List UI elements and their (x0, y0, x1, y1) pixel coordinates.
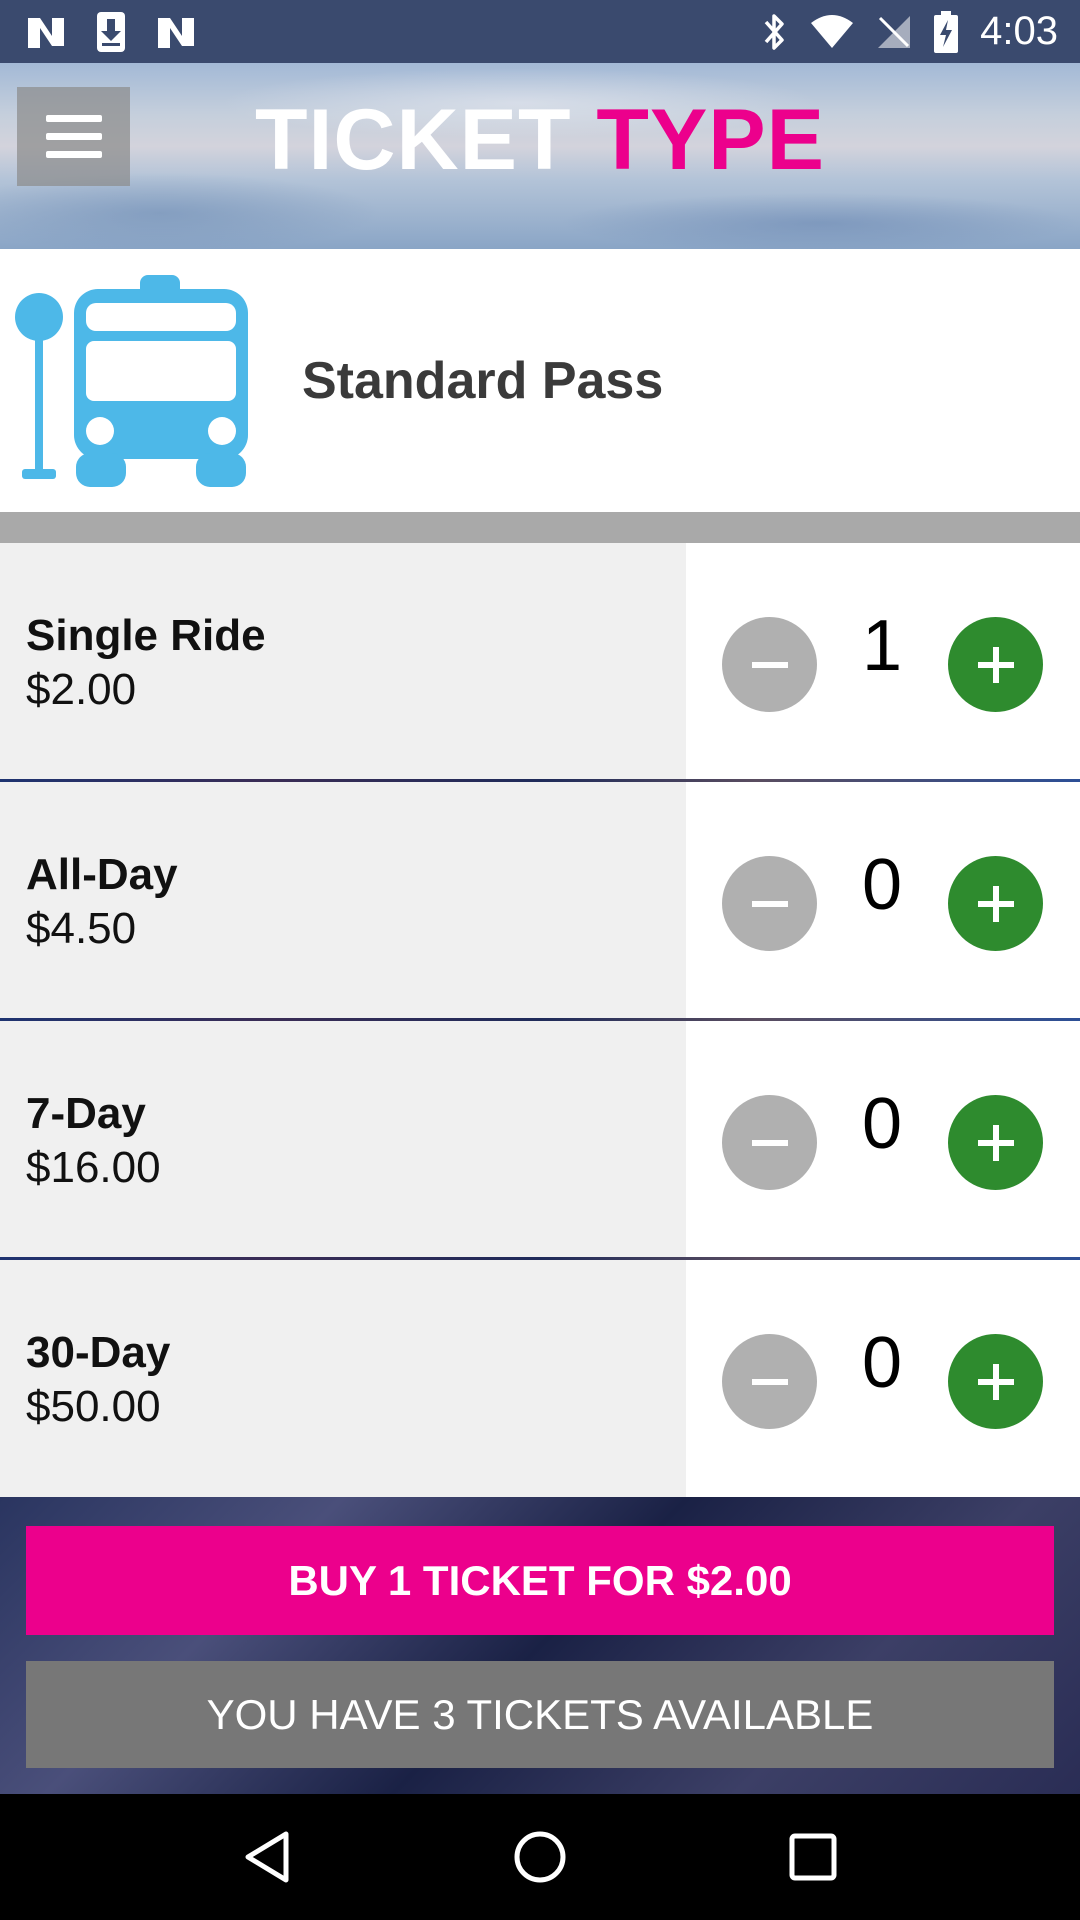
ticket-name: Single Ride (26, 610, 266, 660)
minus-icon (751, 1139, 788, 1146)
quantity-value: 1 (861, 606, 903, 686)
plus-icon (977, 646, 1014, 683)
ticket-price: $16.00 (26, 1142, 161, 1192)
status-right: 4:03 (740, 9, 1058, 54)
increment-button[interactable] (948, 856, 1043, 951)
bluetooth-icon (764, 13, 784, 50)
battery-charging-icon (934, 10, 959, 53)
ticket-name: All-Day (26, 849, 178, 899)
ticket-price: $50.00 (26, 1381, 161, 1431)
page-title-part2: TYPE (596, 92, 826, 188)
quantity-value: 0 (861, 1084, 903, 1164)
ticket-row-single-ride: Single Ride $2.00 1 (0, 543, 1080, 782)
quantity-stepper: 1 (686, 543, 1080, 782)
header: TICKET TYPE (0, 63, 1080, 249)
home-button[interactable] (495, 1812, 585, 1902)
status-left (26, 11, 226, 53)
decrement-button[interactable] (722, 1095, 817, 1190)
pass-row: Standard Pass (0, 249, 1080, 512)
buy-button[interactable]: BUY 1 TICKET FOR $2.00 (26, 1526, 1054, 1635)
decrement-button[interactable] (722, 617, 817, 712)
quantity-stepper: 0 (686, 1260, 1080, 1499)
ticket-row-all-day: All-Day $4.50 0 (0, 782, 1080, 1021)
quantity-value: 0 (861, 845, 903, 925)
plus-icon (977, 885, 1014, 922)
quantity-stepper: 0 (686, 1021, 1080, 1260)
back-triangle-icon (245, 1831, 289, 1883)
plus-icon (977, 1124, 1014, 1161)
ticket-row-7-day: 7-Day $16.00 0 (0, 1021, 1080, 1260)
navigation-bar (0, 1794, 1080, 1920)
minus-icon (751, 900, 788, 907)
quantity-value: 0 (861, 1323, 903, 1403)
wifi-icon (811, 14, 854, 48)
tickets-available-banner: YOU HAVE 3 TICKETS AVAILABLE (26, 1661, 1054, 1768)
download-icon (97, 11, 125, 52)
no-sim-icon (878, 15, 911, 48)
recents-button[interactable] (768, 1812, 858, 1902)
section-divider (0, 512, 1080, 543)
page-title: TICKET TYPE (0, 91, 1080, 190)
app-screen: 4:03 TICKET TYPE Standard Pass Single Ri… (0, 0, 1080, 1920)
back-button[interactable] (222, 1812, 312, 1902)
ticket-price: $2.00 (26, 664, 137, 714)
ticket-name: 30-Day (26, 1327, 171, 1377)
recents-square-icon (789, 1833, 837, 1881)
ticket-info: 7-Day $16.00 (0, 1021, 686, 1260)
status-bar: 4:03 (0, 0, 1080, 63)
page-title-part1: TICKET (254, 92, 572, 188)
plus-icon (977, 1363, 1014, 1400)
quantity-stepper: 0 (686, 782, 1080, 1021)
n-icon (158, 17, 194, 48)
n-icon (28, 17, 64, 48)
ticket-info: Single Ride $2.00 (0, 543, 686, 782)
ticket-info: All-Day $4.50 (0, 782, 686, 1021)
bus-stop-icon (15, 275, 248, 487)
increment-button[interactable] (948, 1095, 1043, 1190)
increment-button[interactable] (948, 617, 1043, 712)
status-time: 4:03 (980, 9, 1058, 53)
decrement-button[interactable] (722, 1334, 817, 1429)
ticket-price: $4.50 (26, 903, 137, 953)
ticket-row-30-day: 30-Day $50.00 0 (0, 1260, 1080, 1499)
ticket-info: 30-Day $50.00 (0, 1260, 686, 1499)
ticket-name: 7-Day (26, 1088, 146, 1138)
increment-button[interactable] (948, 1334, 1043, 1429)
pass-name: Standard Pass (302, 352, 664, 410)
decrement-button[interactable] (722, 856, 817, 951)
minus-icon (751, 661, 788, 668)
minus-icon (751, 1378, 788, 1385)
home-circle-icon (514, 1831, 566, 1883)
